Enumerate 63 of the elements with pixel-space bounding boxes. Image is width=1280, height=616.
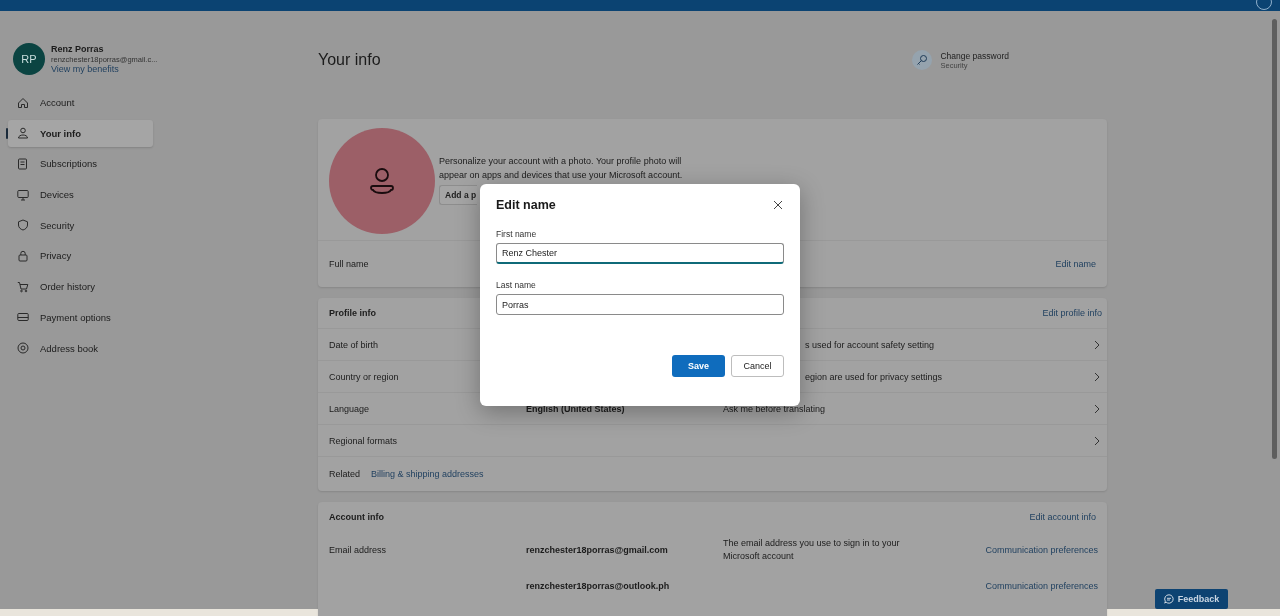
cart-icon	[17, 280, 29, 293]
email-value: renzchester18porras@gmail.com	[526, 545, 669, 555]
chevron-right-icon	[1093, 371, 1101, 382]
chevron-right-icon	[1093, 339, 1101, 350]
person-icon	[369, 167, 395, 195]
edit-name-link[interactable]: Edit name	[1055, 259, 1096, 269]
avatar: RP	[13, 43, 45, 75]
row-label: Country or region	[329, 371, 400, 382]
chevron-right-icon	[1093, 435, 1101, 446]
section-title: Account info	[329, 512, 384, 522]
related-label: Related	[329, 469, 361, 479]
email-value: renzchester18porras@outlook.ph	[526, 581, 671, 591]
pin-icon	[17, 342, 29, 354]
row-description: Ask me before translating	[723, 403, 826, 414]
photo-description: Personalize your account with a photo. Your profile photo will appear on apps and devices that use your Microsoft account.	[439, 155, 684, 182]
row-label: Email address	[329, 545, 387, 555]
communication-preferences-link[interactable]: Communication preferences	[985, 545, 1098, 555]
person-icon	[17, 127, 29, 140]
field-label: First name	[496, 229, 538, 239]
add-photo-button[interactable]: Add a p	[439, 185, 478, 205]
row-label: Language	[329, 403, 371, 414]
sidebar-item[interactable]: Security	[8, 211, 153, 239]
edit-account-link[interactable]: Edit account info	[1029, 512, 1096, 522]
key-icon	[912, 50, 933, 70]
dialog-title: Edit name	[496, 197, 556, 212]
list-icon	[17, 157, 29, 170]
chat-icon	[1163, 594, 1174, 604]
row-description: s used for account safety setting	[805, 339, 935, 350]
sidebar-item[interactable]: Devices	[8, 181, 153, 209]
billing-link[interactable]: Billing & shipping addresses	[371, 469, 484, 479]
user-name: Renz Porras	[51, 44, 105, 54]
shield-icon	[17, 219, 29, 232]
sidebar-item[interactable]: Payment options	[8, 303, 153, 331]
lock-icon	[17, 249, 29, 262]
sidebar-item[interactable]: Subscriptions	[8, 150, 153, 178]
cancel-button[interactable]: Cancel	[731, 355, 784, 377]
edit-profile-link[interactable]: Edit profile info	[1042, 308, 1102, 318]
page-title: Your info	[318, 51, 381, 69]
row-label: Date of birth	[329, 339, 380, 350]
save-button[interactable]: Save	[672, 355, 725, 377]
field-label: Last name	[496, 280, 537, 290]
change-password-link[interactable]: Change password	[940, 50, 1009, 61]
scrollbar[interactable]	[1272, 19, 1278, 459]
benefits-link[interactable]: View my benefits	[51, 64, 158, 74]
feedback-button[interactable]: Feedback	[1155, 589, 1228, 609]
monitor-icon	[17, 188, 29, 201]
profile-row[interactable]: Regional formats	[318, 425, 1107, 457]
sidebar-item[interactable]: Order history	[8, 273, 153, 301]
name-input[interactable]: Porras	[496, 294, 784, 315]
sidebar-item[interactable]: Account	[8, 89, 153, 116]
row-description: The email address you use to sign in to your Microsoft account	[723, 537, 901, 563]
section-title: Profile info	[329, 308, 376, 318]
row-description: egion are used for privacy settings	[805, 371, 943, 382]
sidebar-item[interactable]: Privacy	[8, 242, 153, 270]
sidebar-item[interactable]: Your info	[8, 119, 153, 147]
row-label: Regional formats	[329, 435, 399, 446]
row-label: Full name	[329, 259, 369, 269]
home-icon	[17, 96, 29, 109]
communication-preferences-link[interactable]: Communication preferences	[985, 581, 1098, 591]
chevron-right-icon	[1093, 403, 1101, 414]
sidebar-item[interactable]: Address book	[8, 334, 153, 362]
card-icon	[17, 311, 29, 324]
name-input[interactable]: Renz Chester	[496, 243, 784, 264]
